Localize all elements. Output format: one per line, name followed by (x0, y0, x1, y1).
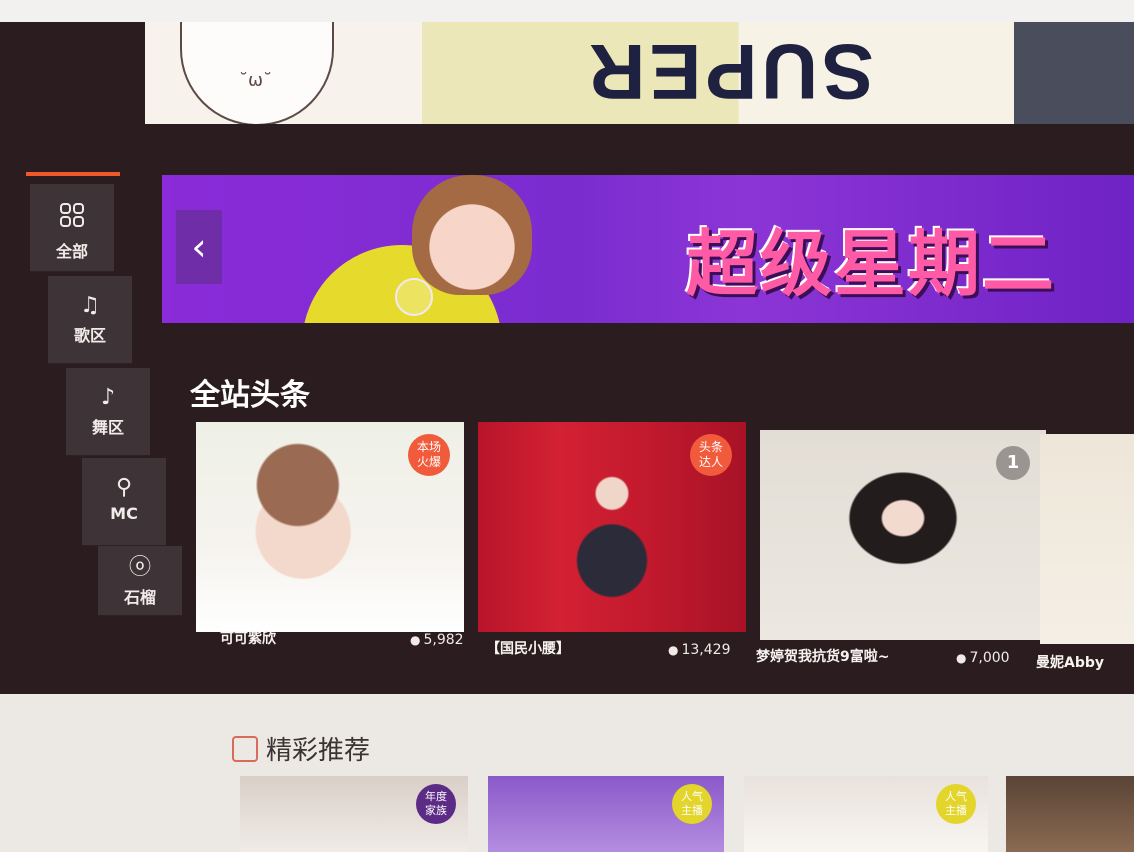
calendar-icon (232, 735, 258, 762)
super-shirt-text: SUPER (585, 28, 874, 116)
category-sidebar: 全部 ♫ 歌区 ♪ 舞区 ⚲ MC ⓞ 石榴 (26, 172, 182, 622)
card-host-name[interactable]: 可可紫欣 (220, 628, 276, 648)
cat-face-icon: ˘ω˘ (239, 70, 273, 91)
card-rank-badge: 1 (996, 446, 1030, 480)
headlines-title: 全站头条 (190, 378, 310, 413)
recommend-title: 精彩推荐 (232, 730, 370, 767)
microphone-icon: ⚲ (115, 475, 133, 500)
banner-prev-button[interactable]: ‹ (176, 210, 222, 284)
card-badge: 人气 主播 (672, 784, 712, 824)
sidebar-item-dance[interactable]: ♪ 舞区 (66, 368, 150, 456)
card-badge: 年度 家族 (416, 784, 456, 824)
recommend-card[interactable]: 人气 主播 (488, 776, 724, 852)
headline-card[interactable]: 本场 火爆 (196, 422, 464, 632)
headline-card[interactable]: 1 (760, 430, 1046, 640)
chevron-left-icon: ‹ (191, 225, 207, 269)
card-host-name[interactable]: 梦婷贺我抗货9富啦~ (756, 646, 889, 666)
recommend-card[interactable] (1006, 776, 1134, 852)
grid-icon (30, 202, 114, 234)
sidebar-item-label: 舞区 (91, 418, 124, 437)
dancer-icon: ♪ (100, 385, 116, 410)
sidebar-item-label: 歌区 (73, 326, 106, 345)
card-viewer-count: ● 7,000 (956, 650, 1010, 666)
sidebar-item-songs[interactable]: ♫ 歌区 (48, 276, 132, 364)
user-icon: ● (410, 633, 421, 647)
top-strip-dark-area (1014, 22, 1134, 124)
headline-card[interactable] (1040, 434, 1134, 644)
headline-card[interactable]: 头条 达人 (478, 422, 746, 632)
screen: ˘ω˘ SUPER 全部 ♫ 歌区 ♪ 舞区 ⚲ MC ⓞ 石榴 ‹ 超级星期二… (0, 0, 1134, 852)
banner-bubble-decoration (395, 278, 433, 316)
sidebar-accent-bar (26, 172, 120, 176)
card-thumbnail-image (1040, 434, 1134, 644)
music-note-icon: ♫ (80, 293, 100, 318)
card-host-name[interactable]: 【国民小腰】 (486, 638, 570, 658)
screen-bezel (0, 0, 1134, 22)
banner-host-image (412, 175, 532, 295)
card-badge: 人气 主播 (936, 784, 976, 824)
sidebar-item-label: 石榴 (123, 588, 156, 607)
sidebar-item-mc[interactable]: ⚲ MC (82, 458, 166, 546)
recommend-card[interactable]: 年度 家族 (240, 776, 468, 852)
sidebar-item-all[interactable]: 全部 (30, 184, 114, 272)
sidebar-item-label: MC (110, 504, 138, 523)
card-viewer-count: ● 5,982 (410, 632, 464, 648)
card-viewer-count: ● 13,429 (668, 642, 731, 658)
top-image-strip[interactable]: ˘ω˘ SUPER (145, 22, 1134, 124)
user-icon: ● (956, 651, 967, 665)
card-host-name[interactable]: 曼妮Abby (1036, 652, 1104, 672)
pomegranate-icon: ⓞ (128, 555, 151, 580)
card-badge: 本场 火爆 (408, 434, 450, 476)
banner-title: 超级星期二 (686, 222, 1057, 306)
card-badge: 头条 达人 (690, 434, 732, 476)
promo-banner[interactable]: ‹ 超级星期二 (162, 175, 1134, 323)
sidebar-item-pomegranate[interactable]: ⓞ 石榴 (98, 546, 182, 616)
recommend-card[interactable]: 人气 主播 (744, 776, 988, 852)
sidebar-item-label: 全部 (55, 242, 88, 261)
user-icon: ● (668, 643, 679, 657)
